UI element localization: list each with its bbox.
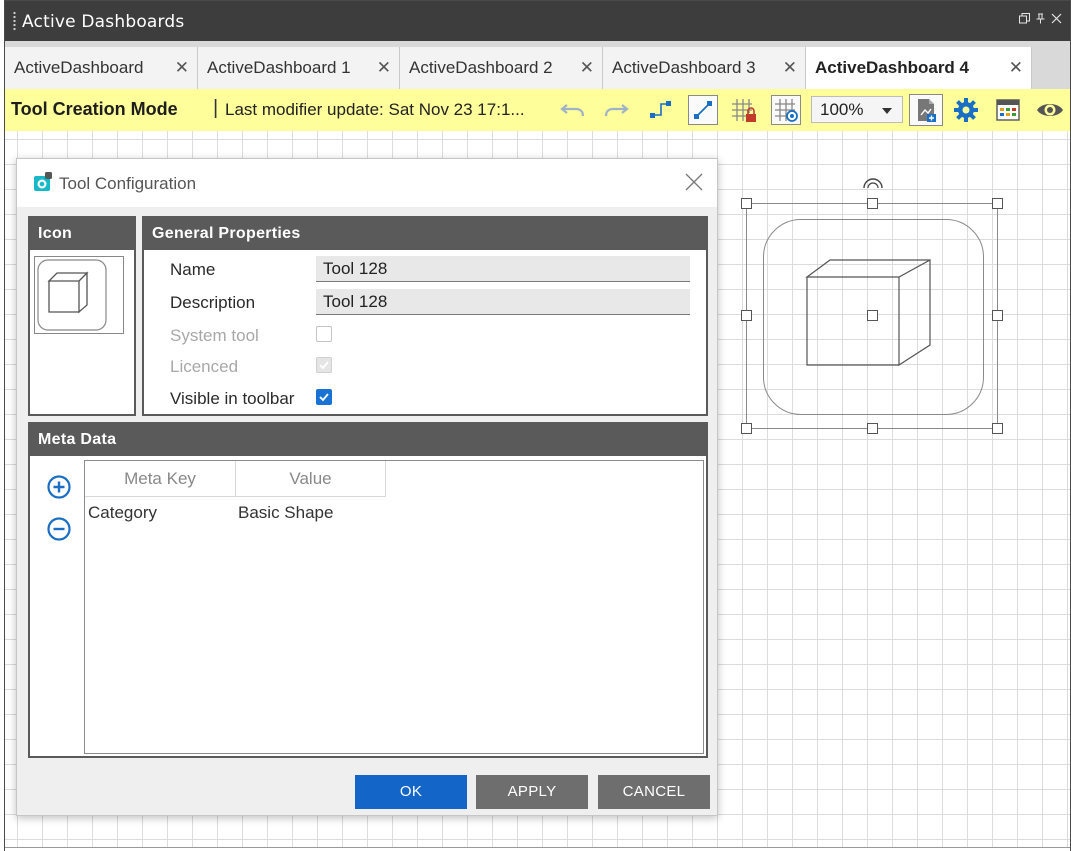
tab-label: ActiveDashboard [14, 58, 144, 77]
dialog-header: Tool Configuration [17, 159, 717, 207]
tab-close-icon[interactable]: ✕ [1009, 58, 1023, 78]
licenced-checkbox[interactable] [316, 357, 332, 373]
grid-view-icon[interactable] [771, 95, 801, 125]
tab-close-icon[interactable]: ✕ [580, 58, 594, 78]
grid-lock-icon[interactable] [729, 95, 759, 125]
resize-handle-sw[interactable] [741, 423, 752, 434]
zoom-select[interactable]: 100% [811, 96, 903, 123]
icon-panel-header: Icon [30, 218, 134, 250]
tab-label: ActiveDashboard 3 [612, 58, 756, 77]
resize-handle-ne[interactable] [992, 198, 1003, 209]
general-properties-panel: General Properties Name Tool 128 Descrip… [142, 216, 708, 416]
tool-icon-preview[interactable] [34, 256, 124, 334]
name-field[interactable]: Tool 128 [316, 256, 690, 282]
tab-activedashboard-2[interactable]: ActiveDashboard 2 ✕ [400, 47, 603, 89]
last-update-text: Last modifier update: Sat Nov 23 17:1... [225, 100, 525, 119]
undo-icon[interactable] [558, 95, 588, 125]
meta-value-cell[interactable]: Basic Shape [238, 503, 333, 523]
tool-config-icon [33, 172, 53, 192]
minus-circle-icon [47, 517, 71, 541]
preview-icon[interactable] [1035, 95, 1065, 125]
pin-icon[interactable] [1035, 13, 1046, 27]
cancel-button[interactable]: CANCEL [598, 775, 710, 809]
rotate-handle-icon[interactable] [862, 175, 884, 195]
window-title: Active Dashboards [22, 12, 185, 32]
dashboard-tabs: ActiveDashboard ✕ ActiveDashboard 1 ✕ Ac… [5, 41, 1070, 89]
window-controls [1019, 13, 1062, 27]
chevron-down-icon [882, 108, 892, 114]
column-header-meta-key[interactable]: Meta Key [85, 461, 236, 497]
resize-handle-n[interactable] [867, 198, 878, 209]
tab-activedashboard[interactable]: ActiveDashboard ✕ [5, 47, 198, 89]
tab-close-icon[interactable]: ✕ [783, 58, 797, 78]
description-label: Description [170, 293, 256, 312]
drag-grip-icon[interactable] [13, 11, 16, 31]
dialog-title: Tool Configuration [59, 174, 197, 193]
licenced-label: Licenced [170, 357, 239, 376]
resize-handle-e[interactable] [992, 310, 1003, 321]
close-icon[interactable] [683, 171, 705, 193]
redo-icon[interactable] [601, 95, 631, 125]
settings-icon[interactable] [951, 95, 981, 125]
icon-panel: Icon [28, 216, 136, 416]
description-field[interactable]: Tool 128 [316, 289, 690, 315]
calendar-icon[interactable] [993, 95, 1023, 125]
export-icon[interactable] [909, 94, 943, 126]
system-tool-label: System tool [170, 326, 259, 345]
tool-configuration-dialog: Tool Configuration Icon General Properti… [16, 158, 718, 816]
toolbar-separator: | [213, 97, 219, 119]
meta-data-header: Meta Data [30, 424, 706, 456]
window-titlebar: Active Dashboards [5, 1, 1070, 41]
tab-label: ActiveDashboard 4 [815, 58, 969, 77]
meta-data-grid: Meta Key Value Category Basic Shape [84, 460, 704, 754]
column-header-value[interactable]: Value [236, 461, 386, 497]
check-icon [319, 361, 329, 370]
resize-handle-s[interactable] [867, 423, 878, 434]
tab-close-icon[interactable]: ✕ [175, 58, 189, 78]
move-handle-center[interactable] [867, 310, 878, 321]
name-label: Name [170, 260, 216, 279]
add-meta-button[interactable] [46, 474, 72, 500]
resize-handle-se[interactable] [992, 423, 1003, 434]
visible-in-toolbar-checkbox[interactable] [316, 389, 332, 405]
tab-activedashboard-3[interactable]: ActiveDashboard 3 ✕ [603, 47, 806, 89]
general-properties-header: General Properties [144, 218, 706, 250]
restore-icon[interactable] [1019, 13, 1030, 27]
tab-close-icon[interactable]: ✕ [377, 58, 391, 78]
resize-handle-nw[interactable] [741, 198, 752, 209]
visible-in-toolbar-label: Visible in toolbar [170, 389, 295, 408]
tab-label: ActiveDashboard 1 [207, 58, 351, 77]
plus-circle-icon [47, 475, 71, 499]
zoom-value: 100% [820, 100, 864, 119]
tab-label: ActiveDashboard 2 [409, 58, 553, 77]
meta-key-cell[interactable]: Category [88, 503, 157, 523]
apply-button[interactable]: APPLY [476, 775, 588, 809]
connector-icon[interactable] [646, 95, 676, 125]
close-icon[interactable] [1051, 13, 1062, 27]
check-icon [319, 393, 329, 402]
tab-activedashboard-1[interactable]: ActiveDashboard 1 ✕ [198, 47, 400, 89]
resize-handle-w[interactable] [741, 310, 752, 321]
mode-label: Tool Creation Mode [11, 99, 178, 119]
system-tool-checkbox[interactable] [316, 326, 332, 342]
mode-toolbar: Tool Creation Mode | Last modifier updat… [5, 89, 1070, 131]
tab-activedashboard-4[interactable]: ActiveDashboard 4 ✕ [806, 47, 1032, 89]
remove-meta-button[interactable] [46, 516, 72, 542]
canvas-bottom-border [5, 847, 1070, 851]
ok-button[interactable]: OK [355, 775, 467, 809]
meta-data-panel: Meta Data Meta Key Value Category Basic … [28, 422, 708, 758]
line-tool-icon[interactable] [688, 95, 718, 125]
